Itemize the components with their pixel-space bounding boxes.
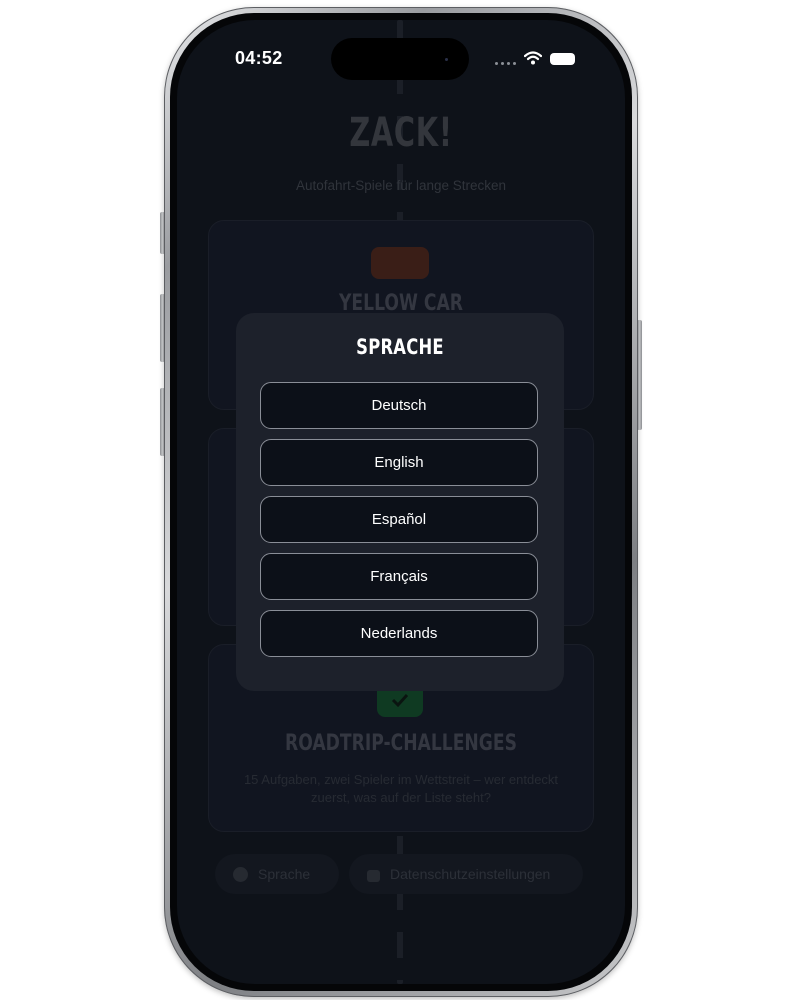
app-title: ZACK! bbox=[349, 110, 453, 156]
language-option-nederlands[interactable]: Nederlands bbox=[260, 610, 538, 657]
front-camera-icon bbox=[445, 58, 448, 61]
globe-icon bbox=[233, 866, 248, 882]
language-pill-button[interactable]: Sprache bbox=[215, 854, 339, 894]
language-modal: SPRACHE Deutsch English Español Français… bbox=[236, 313, 564, 691]
dynamic-island bbox=[331, 38, 469, 80]
wifi-icon bbox=[524, 51, 542, 65]
status-time: 04:52 bbox=[235, 48, 283, 68]
signal-dots-icon bbox=[495, 62, 516, 65]
language-option-deutsch[interactable]: Deutsch bbox=[260, 382, 538, 429]
language-option-english[interactable]: English bbox=[260, 439, 538, 486]
modal-title: SPRACHE bbox=[356, 335, 444, 359]
language-option-espanol[interactable]: Español bbox=[260, 496, 538, 543]
language-option-francais[interactable]: Français bbox=[260, 553, 538, 600]
card-description: 15 Aufgaben, zwei Spieler im Wettstreit … bbox=[243, 772, 559, 805]
card-title: ROADTRIP-CHALLENGES bbox=[285, 731, 517, 756]
privacy-settings-button[interactable]: Datenschutzeinstellungen bbox=[349, 854, 583, 894]
device-stage: ZACK! Autofahrt-Spiele für lange Strecke… bbox=[0, 0, 800, 1000]
lock-icon bbox=[367, 869, 380, 882]
language-pill-label: Sprache bbox=[258, 866, 311, 882]
phone-screen: ZACK! Autofahrt-Spiele für lange Strecke… bbox=[177, 20, 625, 984]
privacy-pill-label: Datenschutzeinstellungen bbox=[390, 866, 551, 882]
app-subtitle: Autofahrt-Spiele für lange Strecken bbox=[295, 178, 507, 193]
battery-icon bbox=[550, 53, 575, 65]
car-icon bbox=[371, 247, 429, 279]
